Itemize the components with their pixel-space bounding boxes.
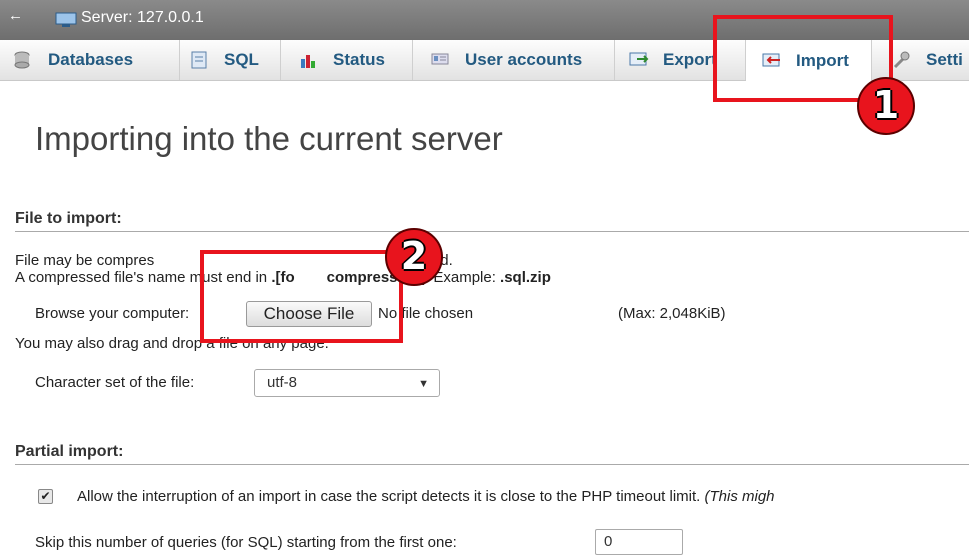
status-icon bbox=[299, 51, 319, 69]
tab-export-label: Export bbox=[663, 50, 717, 69]
settings-icon bbox=[892, 51, 912, 69]
interrupt-import-text: Allow the interruption of an import in c… bbox=[77, 488, 705, 505]
database-icon bbox=[14, 51, 34, 69]
tab-user-accounts-label: User accounts bbox=[465, 50, 583, 69]
skip-queries-input[interactable]: 0 bbox=[595, 529, 683, 555]
interrupt-import-checkbox[interactable]: ✔ bbox=[38, 489, 53, 504]
compression-note-line2-a: A compressed file's bbox=[15, 269, 148, 286]
tab-status[interactable]: Status bbox=[281, 40, 413, 80]
page-title: Importing into the current server bbox=[35, 120, 503, 157]
tab-user-accounts[interactable]: User accounts bbox=[413, 40, 615, 80]
export-icon bbox=[629, 51, 649, 69]
sql-icon bbox=[190, 51, 210, 69]
browse-label: Browse your computer: bbox=[35, 305, 190, 322]
tab-sql[interactable]: SQL bbox=[180, 40, 281, 80]
back-arrow-icon[interactable]: ← bbox=[8, 7, 23, 24]
charset-select[interactable]: utf-8 ▼ bbox=[254, 369, 440, 397]
max-size-text: (Max: 2,048KiB) bbox=[618, 305, 726, 322]
user-accounts-icon bbox=[431, 51, 451, 69]
tab-databases[interactable]: Databases bbox=[0, 40, 180, 80]
chevron-down-icon: ▼ bbox=[418, 378, 429, 390]
interrupt-import-note: (This migh bbox=[704, 488, 775, 505]
compression-note-line2-f: .sql.zip bbox=[500, 269, 551, 286]
annotation-box-2 bbox=[200, 250, 403, 343]
annotation-badge-1: 1 bbox=[857, 77, 915, 135]
tab-databases-label: Databases bbox=[48, 50, 134, 69]
tab-sql-label: SQL bbox=[224, 50, 259, 69]
charset-select-value: utf-8 bbox=[267, 374, 298, 391]
section-divider-2 bbox=[15, 464, 969, 465]
section-divider bbox=[15, 231, 969, 232]
annotation-badge-2: 2 bbox=[385, 228, 443, 286]
tab-settings-label: Setti bbox=[926, 50, 963, 69]
interrupt-import-label: Allow the interruption of an import in c… bbox=[77, 488, 775, 505]
server-breadcrumb[interactable]: Server: 127.0.0.1 bbox=[81, 9, 204, 27]
tab-status-label: Status bbox=[333, 50, 385, 69]
compression-note-line1-start: File may be compres bbox=[15, 252, 155, 269]
charset-label: Character set of the file: bbox=[35, 374, 195, 391]
skip-queries-label: Skip this number of queries (for SQL) st… bbox=[35, 534, 457, 551]
partial-import-heading: Partial import: bbox=[15, 443, 124, 460]
file-to-import-heading: File to import: bbox=[15, 210, 122, 227]
server-icon bbox=[55, 12, 77, 27]
